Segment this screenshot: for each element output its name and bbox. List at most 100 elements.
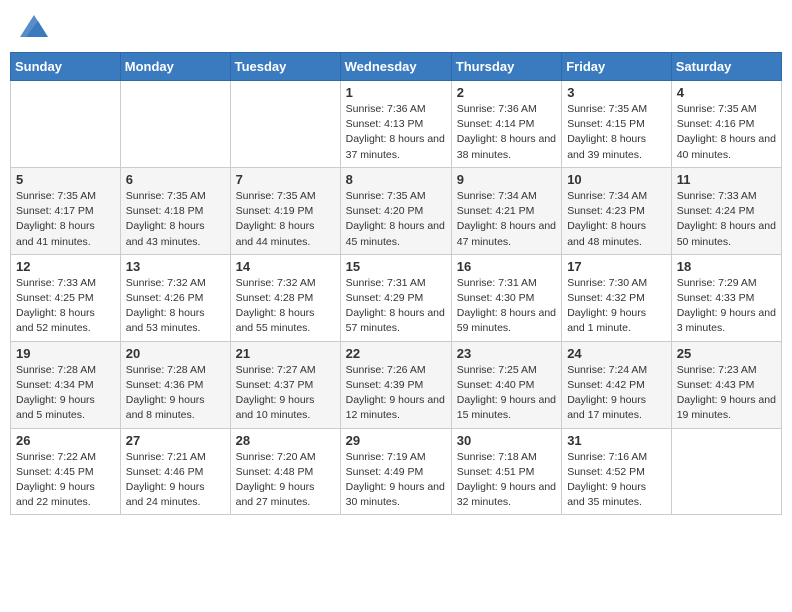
day-number: 16 bbox=[457, 259, 556, 274]
day-info: Sunrise: 7:16 AM Sunset: 4:52 PM Dayligh… bbox=[567, 450, 666, 511]
day-number: 15 bbox=[346, 259, 446, 274]
day-number: 2 bbox=[457, 85, 556, 100]
day-info: Sunrise: 7:35 AM Sunset: 4:17 PM Dayligh… bbox=[16, 189, 115, 250]
calendar-cell: 17Sunrise: 7:30 AM Sunset: 4:32 PM Dayli… bbox=[562, 254, 672, 341]
calendar-cell: 29Sunrise: 7:19 AM Sunset: 4:49 PM Dayli… bbox=[340, 428, 451, 515]
calendar-cell: 23 Sunrise: 7:25 AM Sunset: 4:40 PM Dayli… bbox=[451, 341, 561, 428]
calendar-cell: 9 Sunrise: 7:34 AM Sunset: 4:21 PM Daylig… bbox=[451, 167, 561, 254]
calendar-cell: 5Sunrise: 7:35 AM Sunset: 4:17 PM Daylig… bbox=[11, 167, 121, 254]
weekday-header-sunday: Sunday bbox=[11, 53, 121, 81]
weekday-header-wednesday: Wednesday bbox=[340, 53, 451, 81]
day-number: 3 bbox=[567, 85, 666, 100]
logo bbox=[20, 15, 52, 37]
calendar-cell: 11 Sunrise: 7:33 AM Sunset: 4:24 PM Dayli… bbox=[671, 167, 781, 254]
logo-icon bbox=[20, 15, 48, 37]
day-number: 19 bbox=[16, 346, 115, 361]
day-info: Sunrise: 7:35 AM Sunset: 4:16 PM Dayligh… bbox=[677, 102, 776, 163]
weekday-header-thursday: Thursday bbox=[451, 53, 561, 81]
calendar-cell: 13 Sunrise: 7:32 AM Sunset: 4:26 PM Dayli… bbox=[120, 254, 230, 341]
calendar-cell: 10 Sunrise: 7:34 AM Sunset: 4:23 PM Dayli… bbox=[562, 167, 672, 254]
day-info: Sunrise: 7:21 AM Sunset: 4:46 PM Dayligh… bbox=[126, 450, 225, 511]
day-info: Sunrise: 7:34 AM Sunset: 4:23 PM Dayligh… bbox=[567, 189, 666, 250]
day-info: Sunrise: 7:33 AM Sunset: 4:24 PM Dayligh… bbox=[677, 189, 776, 250]
day-number: 29 bbox=[346, 433, 446, 448]
day-number: 31 bbox=[567, 433, 666, 448]
day-number: 7 bbox=[236, 172, 335, 187]
weekday-header-tuesday: Tuesday bbox=[230, 53, 340, 81]
day-number: 13 bbox=[126, 259, 225, 274]
week-row-1: 1Sunrise: 7:36 AM Sunset: 4:13 PM Daylig… bbox=[11, 81, 782, 168]
calendar-cell bbox=[11, 81, 121, 168]
calendar-cell: 1Sunrise: 7:36 AM Sunset: 4:13 PM Daylig… bbox=[340, 81, 451, 168]
calendar-cell: 12 Sunrise: 7:33 AM Sunset: 4:25 PM Dayli… bbox=[11, 254, 121, 341]
calendar-cell: 22Sunrise: 7:26 AM Sunset: 4:39 PM Dayli… bbox=[340, 341, 451, 428]
calendar-cell: 6 Sunrise: 7:35 AM Sunset: 4:18 PM Daylig… bbox=[120, 167, 230, 254]
day-info: Sunrise: 7:28 AM Sunset: 4:36 PM Dayligh… bbox=[126, 363, 225, 424]
calendar-cell: 8Sunrise: 7:35 AM Sunset: 4:20 PM Daylig… bbox=[340, 167, 451, 254]
calendar-cell bbox=[671, 428, 781, 515]
day-number: 18 bbox=[677, 259, 776, 274]
weekday-header-row: SundayMondayTuesdayWednesdayThursdayFrid… bbox=[11, 53, 782, 81]
weekday-header-friday: Friday bbox=[562, 53, 672, 81]
day-number: 11 bbox=[677, 172, 776, 187]
day-number: 23 bbox=[457, 346, 556, 361]
day-info: Sunrise: 7:20 AM Sunset: 4:48 PM Dayligh… bbox=[236, 450, 335, 511]
calendar-table: SundayMondayTuesdayWednesdayThursdayFrid… bbox=[10, 52, 782, 515]
calendar-cell: 20 Sunrise: 7:28 AM Sunset: 4:36 PM Dayli… bbox=[120, 341, 230, 428]
day-info: Sunrise: 7:33 AM Sunset: 4:25 PM Dayligh… bbox=[16, 276, 115, 337]
day-number: 20 bbox=[126, 346, 225, 361]
day-number: 26 bbox=[16, 433, 115, 448]
day-number: 25 bbox=[677, 346, 776, 361]
day-info: Sunrise: 7:31 AM Sunset: 4:29 PM Dayligh… bbox=[346, 276, 446, 337]
day-number: 4 bbox=[677, 85, 776, 100]
day-info: Sunrise: 7:32 AM Sunset: 4:28 PM Dayligh… bbox=[236, 276, 335, 337]
calendar-cell: 18 Sunrise: 7:29 AM Sunset: 4:33 PM Dayli… bbox=[671, 254, 781, 341]
day-info: Sunrise: 7:34 AM Sunset: 4:21 PM Dayligh… bbox=[457, 189, 556, 250]
day-number: 14 bbox=[236, 259, 335, 274]
week-row-2: 5Sunrise: 7:35 AM Sunset: 4:17 PM Daylig… bbox=[11, 167, 782, 254]
day-info: Sunrise: 7:36 AM Sunset: 4:14 PM Dayligh… bbox=[457, 102, 556, 163]
weekday-header-monday: Monday bbox=[120, 53, 230, 81]
day-number: 24 bbox=[567, 346, 666, 361]
day-number: 12 bbox=[16, 259, 115, 274]
day-number: 21 bbox=[236, 346, 335, 361]
calendar-cell bbox=[120, 81, 230, 168]
calendar-cell: 14 Sunrise: 7:32 AM Sunset: 4:28 PM Dayli… bbox=[230, 254, 340, 341]
week-row-3: 12 Sunrise: 7:33 AM Sunset: 4:25 PM Dayli… bbox=[11, 254, 782, 341]
day-info: Sunrise: 7:23 AM Sunset: 4:43 PM Dayligh… bbox=[677, 363, 776, 424]
day-number: 30 bbox=[457, 433, 556, 448]
weekday-header-saturday: Saturday bbox=[671, 53, 781, 81]
day-info: Sunrise: 7:25 AM Sunset: 4:40 PM Dayligh… bbox=[457, 363, 556, 424]
day-info: Sunrise: 7:22 AM Sunset: 4:45 PM Dayligh… bbox=[16, 450, 115, 511]
day-number: 27 bbox=[126, 433, 225, 448]
calendar-cell: 21Sunrise: 7:27 AM Sunset: 4:37 PM Dayli… bbox=[230, 341, 340, 428]
day-info: Sunrise: 7:35 AM Sunset: 4:20 PM Dayligh… bbox=[346, 189, 446, 250]
calendar-cell: 19Sunrise: 7:28 AM Sunset: 4:34 PM Dayli… bbox=[11, 341, 121, 428]
calendar-cell: 16Sunrise: 7:31 AM Sunset: 4:30 PM Dayli… bbox=[451, 254, 561, 341]
day-info: Sunrise: 7:32 AM Sunset: 4:26 PM Dayligh… bbox=[126, 276, 225, 337]
calendar-cell bbox=[230, 81, 340, 168]
day-number: 1 bbox=[346, 85, 446, 100]
calendar-cell: 30 Sunrise: 7:18 AM Sunset: 4:51 PM Dayli… bbox=[451, 428, 561, 515]
calendar-cell: 24 Sunrise: 7:24 AM Sunset: 4:42 PM Dayli… bbox=[562, 341, 672, 428]
day-number: 28 bbox=[236, 433, 335, 448]
day-info: Sunrise: 7:26 AM Sunset: 4:39 PM Dayligh… bbox=[346, 363, 446, 424]
calendar-cell: 7 Sunrise: 7:35 AM Sunset: 4:19 PM Daylig… bbox=[230, 167, 340, 254]
day-info: Sunrise: 7:24 AM Sunset: 4:42 PM Dayligh… bbox=[567, 363, 666, 424]
day-number: 17 bbox=[567, 259, 666, 274]
day-number: 9 bbox=[457, 172, 556, 187]
week-row-5: 26 Sunrise: 7:22 AM Sunset: 4:45 PM Dayli… bbox=[11, 428, 782, 515]
day-info: Sunrise: 7:29 AM Sunset: 4:33 PM Dayligh… bbox=[677, 276, 776, 337]
calendar-cell: 3Sunrise: 7:35 AM Sunset: 4:15 PM Daylig… bbox=[562, 81, 672, 168]
calendar-cell: 28 Sunrise: 7:20 AM Sunset: 4:48 PM Dayli… bbox=[230, 428, 340, 515]
calendar-cell: 15 Sunrise: 7:31 AM Sunset: 4:29 PM Dayli… bbox=[340, 254, 451, 341]
calendar-cell: 25 Sunrise: 7:23 AM Sunset: 4:43 PM Dayli… bbox=[671, 341, 781, 428]
calendar-cell: 27 Sunrise: 7:21 AM Sunset: 4:46 PM Dayli… bbox=[120, 428, 230, 515]
calendar-cell: 26 Sunrise: 7:22 AM Sunset: 4:45 PM Dayli… bbox=[11, 428, 121, 515]
page-header bbox=[10, 10, 782, 42]
day-info: Sunrise: 7:35 AM Sunset: 4:18 PM Dayligh… bbox=[126, 189, 225, 250]
day-number: 6 bbox=[126, 172, 225, 187]
day-info: Sunrise: 7:35 AM Sunset: 4:19 PM Dayligh… bbox=[236, 189, 335, 250]
day-number: 10 bbox=[567, 172, 666, 187]
day-info: Sunrise: 7:18 AM Sunset: 4:51 PM Dayligh… bbox=[457, 450, 556, 511]
